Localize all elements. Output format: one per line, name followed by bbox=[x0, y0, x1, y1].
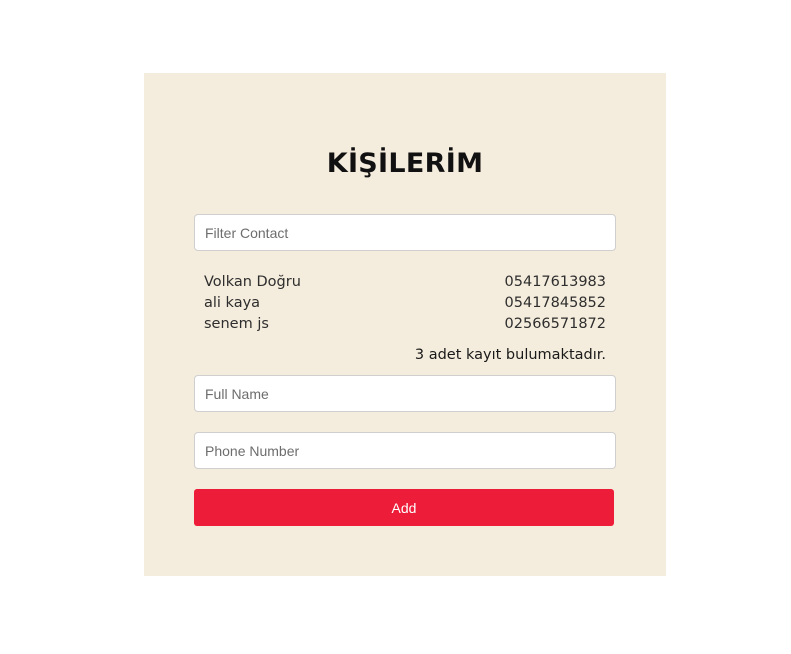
full-name-input[interactable] bbox=[194, 375, 616, 412]
contact-phone: 05417613983 bbox=[504, 274, 606, 290]
contact-phone: 05417845852 bbox=[504, 295, 606, 311]
contact-name: Volkan Doğru bbox=[204, 274, 301, 290]
contact-name: senem js bbox=[204, 316, 269, 332]
contact-row: Volkan Doğru 05417613983 bbox=[204, 272, 606, 293]
contact-list: Volkan Doğru 05417613983 ali kaya 054178… bbox=[204, 272, 606, 335]
phone-number-input[interactable] bbox=[194, 432, 616, 469]
contact-name: ali kaya bbox=[204, 295, 261, 311]
add-button[interactable]: Add bbox=[194, 489, 614, 526]
contacts-card: KİŞİLERİM Volkan Doğru 05417613983 ali k… bbox=[144, 73, 666, 576]
contact-phone: 02566571872 bbox=[504, 316, 606, 332]
record-count: 3 adet kayıt bulumaktadır. bbox=[414, 347, 606, 363]
contact-row: senem js 02566571872 bbox=[204, 314, 606, 335]
filter-contact-input[interactable] bbox=[194, 214, 616, 251]
contact-row: ali kaya 05417845852 bbox=[204, 293, 606, 314]
page-title: KİŞİLERİM bbox=[326, 148, 484, 179]
